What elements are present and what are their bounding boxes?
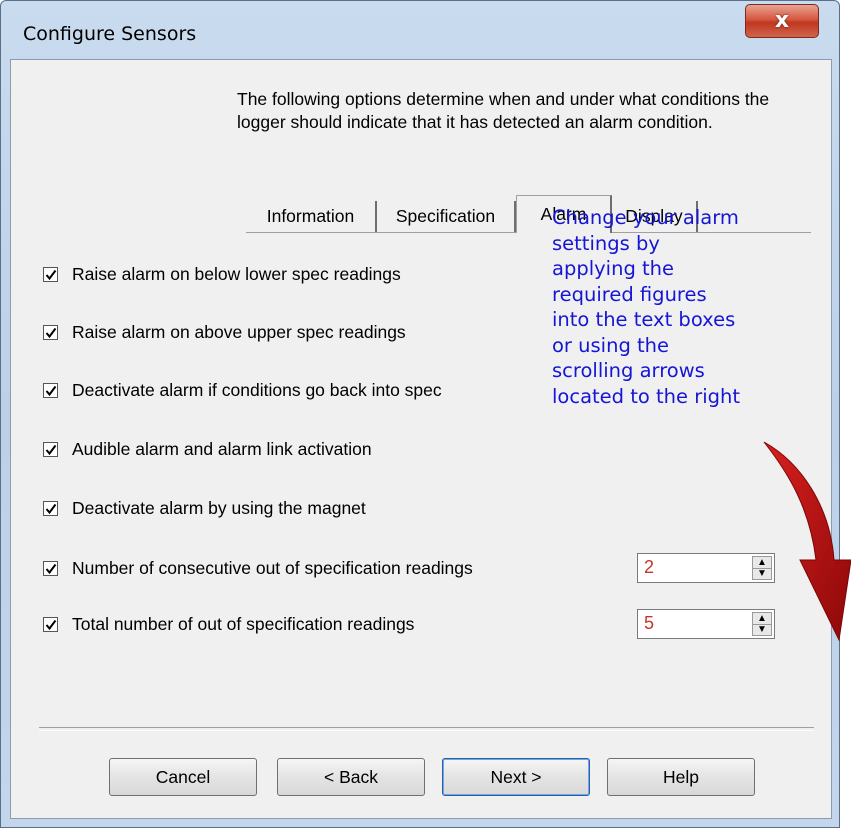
annotation-line: into the text boxes <box>552 308 736 331</box>
checkbox[interactable] <box>43 560 58 576</box>
checkbox[interactable] <box>43 441 58 457</box>
spin-down-arrow-icon[interactable]: ▼ <box>753 568 771 579</box>
checkmark-icon <box>45 563 57 574</box>
window-title: Configure Sensors <box>23 23 197 45</box>
annotation-line: applying the <box>552 257 675 280</box>
annotation-line: Change your alarm <box>552 206 739 229</box>
checkbox[interactable] <box>43 382 58 398</box>
consecutive-readings-value[interactable]: 2 <box>644 557 654 578</box>
annotation-text: Change your alarm settings by applying t… <box>552 205 827 409</box>
consecutive-readings-spinner[interactable]: 2 ▲ ▼ <box>637 553 775 583</box>
option-audible-alarm[interactable]: Audible alarm and alarm link activation <box>43 438 372 460</box>
checkmark-icon <box>45 503 57 514</box>
option-label: Audible alarm and alarm link activation <box>72 438 372 459</box>
checkmark-icon <box>45 385 57 396</box>
back-button[interactable]: < Back <box>277 758 425 796</box>
button-separator <box>39 727 814 731</box>
option-label: Number of consecutive out of specificati… <box>72 557 473 578</box>
annotation-line: located to the right <box>552 384 741 408</box>
option-deactivate-back-in-spec[interactable]: Deactivate alarm if conditions go back i… <box>43 379 442 401</box>
help-button[interactable]: Help <box>607 758 755 796</box>
option-label: Raise alarm on below lower spec readings <box>72 263 401 284</box>
intro-text: The following options determine when and… <box>237 89 770 132</box>
cancel-button[interactable]: Cancel <box>109 758 257 796</box>
annotation-line: required figures <box>552 282 707 306</box>
checkbox[interactable] <box>43 324 58 340</box>
spinner-buttons: ▲ ▼ <box>752 612 772 636</box>
annotation-line: scrolling arrows <box>552 359 705 382</box>
total-readings-value[interactable]: 5 <box>644 613 654 634</box>
checkbox[interactable] <box>43 266 58 282</box>
option-below-lower-spec[interactable]: Raise alarm on below lower spec readings <box>43 263 401 285</box>
tab-specification[interactable]: Specification <box>377 201 516 232</box>
annotation-line: or using the <box>552 333 670 357</box>
option-above-upper-spec[interactable]: Raise alarm on above upper spec readings <box>43 321 406 343</box>
option-deactivate-magnet[interactable]: Deactivate alarm by using the magnet <box>43 497 366 519</box>
option-label: Raise alarm on above upper spec readings <box>72 321 406 342</box>
annotation-line: settings by <box>552 231 660 255</box>
dialog-client-area: The following options determine when and… <box>10 59 832 819</box>
title-bar[interactable]: Configure Sensors x <box>1 1 839 59</box>
option-label: Deactivate alarm by using the magnet <box>72 497 366 518</box>
checkmark-icon <box>45 444 57 455</box>
option-consecutive-readings[interactable]: Number of consecutive out of specificati… <box>43 557 473 579</box>
checkbox[interactable] <box>43 616 58 632</box>
checkmark-icon <box>45 327 57 338</box>
total-readings-spinner[interactable]: 5 ▲ ▼ <box>637 609 775 639</box>
tab-information[interactable]: Information <box>246 201 377 232</box>
spin-down-arrow-icon[interactable]: ▼ <box>753 624 771 635</box>
close-button[interactable]: x <box>745 4 819 38</box>
option-label: Total number of out of specification rea… <box>72 613 415 634</box>
checkmark-icon <box>45 269 57 280</box>
configure-sensors-window: Configure Sensors x The following option… <box>0 0 840 828</box>
option-total-readings[interactable]: Total number of out of specification rea… <box>43 613 414 635</box>
spinner-buttons: ▲ ▼ <box>752 556 772 580</box>
close-icon: x <box>774 8 790 33</box>
next-button[interactable]: Next > <box>442 758 590 796</box>
option-label: Deactivate alarm if conditions go back i… <box>72 379 442 400</box>
checkmark-icon <box>45 619 57 630</box>
checkbox[interactable] <box>43 500 58 516</box>
